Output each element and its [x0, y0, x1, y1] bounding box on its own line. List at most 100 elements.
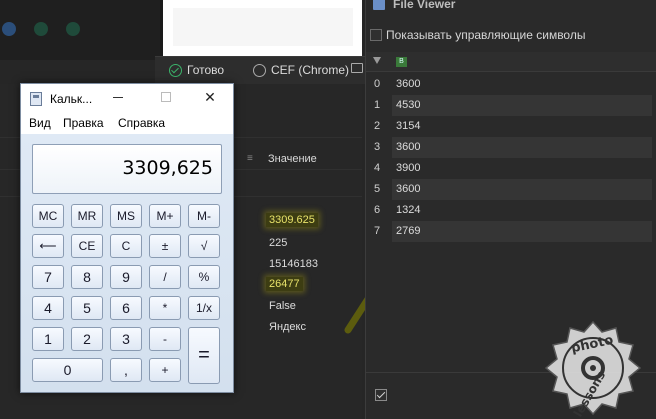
clear-button[interactable]: C [110, 234, 142, 258]
plus-minus-button[interactable]: ± [149, 234, 181, 258]
row-value: 3600 [392, 137, 652, 158]
monitor-icon [351, 63, 363, 73]
photo-lessons-watermark: photo lessons [544, 320, 642, 418]
plus-button[interactable]: + [149, 358, 181, 382]
row-index: 0 [374, 78, 381, 90]
list-item[interactable]: 2 3154 [366, 116, 656, 137]
table-cell-value[interactable]: Яндекс [266, 320, 309, 334]
show-control-chars-option[interactable]: Показывать управляющие символы [366, 24, 656, 46]
status-ready-label: Готово [187, 63, 225, 77]
menu-help[interactable]: Справка [118, 116, 165, 130]
minus-button[interactable]: - [149, 327, 181, 351]
table-cell-value[interactable]: 26477 [266, 277, 303, 291]
menu-view[interactable]: Вид [29, 116, 51, 130]
table-cell-value[interactable]: 225 [266, 236, 290, 250]
calculator-window: Кальк... ✕ Вид Правка Справка 3309,625 M… [20, 83, 234, 393]
list-item[interactable]: 4 3900 [366, 158, 656, 179]
text-column-icon: B [396, 57, 407, 67]
show-control-chars-label: Показывать управляющие символы [386, 28, 586, 42]
status-ready: Готово [169, 63, 224, 77]
list-item[interactable]: 7 2769 [366, 221, 656, 242]
reciprocal-button[interactable]: 1/x [188, 296, 220, 320]
maximize-icon [161, 92, 171, 102]
row-value: 3154 [396, 120, 421, 132]
digit-3-button[interactable]: 3 [110, 327, 142, 351]
status-engine-label: CEF (Chrome) [271, 63, 350, 77]
calculator-body: 3309,625 MC MR MS M+ M- ⟵ CE C ± √ 7 8 9… [21, 134, 233, 392]
show-control-chars-checkbox[interactable] [370, 29, 382, 41]
ide-toolbar [0, 0, 160, 60]
digit-0-button[interactable]: 0 [32, 358, 103, 382]
multiply-button[interactable]: * [149, 296, 181, 320]
row-index: 2 [374, 120, 381, 132]
chrome-icon [253, 63, 266, 77]
square-root-button[interactable]: √ [188, 234, 220, 258]
row-index: 1 [374, 99, 381, 111]
desktop: Готово CEF (Chrome) ≡ Значение 3309.625 … [0, 0, 656, 419]
list-item[interactable]: 1 4530 [366, 95, 656, 116]
toolbar-icon[interactable] [2, 22, 16, 36]
browser-panel [160, 0, 362, 56]
decimal-button[interactable]: , [110, 358, 142, 382]
minimize-button[interactable] [107, 87, 129, 107]
browser-content [173, 8, 353, 46]
list-item[interactable]: 0 3600 [366, 74, 656, 95]
calculator-menu-bar: Вид Правка Справка [21, 112, 233, 134]
memory-recall-button[interactable]: MR [71, 204, 103, 228]
status-monitor [351, 63, 363, 73]
value-column-header[interactable]: ≡ Значение [233, 150, 362, 170]
digit-4-button[interactable]: 4 [32, 296, 64, 320]
digit-1-button[interactable]: 1 [32, 327, 64, 351]
display-value: 3309,625 [122, 157, 213, 179]
list-item[interactable]: 3 3600 [366, 137, 656, 158]
row-index: 3 [374, 141, 381, 153]
file-viewer-title: File Viewer [393, 0, 456, 11]
row-index: 7 [374, 225, 381, 237]
row-index: 6 [374, 204, 381, 216]
digit-8-button[interactable]: 8 [71, 265, 103, 289]
maximize-button[interactable] [155, 87, 177, 107]
toolbar-icon[interactable] [66, 22, 80, 36]
calculator-title-bar[interactable]: Кальк... ✕ [21, 84, 233, 112]
digit-2-button[interactable]: 2 [71, 327, 103, 351]
list-item[interactable]: 5 3600 [366, 179, 656, 200]
digit-9-button[interactable]: 9 [110, 265, 142, 289]
clear-entry-button[interactable]: CE [71, 234, 103, 258]
footer-checkbox[interactable] [375, 389, 387, 401]
digit-5-button[interactable]: 5 [71, 296, 103, 320]
table-cell-value[interactable]: 15146183 [266, 257, 321, 271]
filter-icon[interactable] [373, 57, 381, 64]
row-value: 3600 [392, 179, 652, 200]
close-button[interactable]: ✕ [199, 87, 221, 107]
divide-button[interactable]: / [149, 265, 181, 289]
backspace-button[interactable]: ⟵ [32, 234, 64, 258]
status-engine: CEF (Chrome) [253, 63, 349, 77]
memory-add-button[interactable]: M+ [149, 204, 181, 228]
menu-edit[interactable]: Правка [63, 116, 104, 130]
sort-icon: ≡ [247, 153, 253, 164]
column-label: Значение [268, 153, 317, 165]
file-viewer-column-header: B [366, 52, 656, 72]
digit-7-button[interactable]: 7 [32, 265, 64, 289]
file-viewer-title-bar: File Viewer [366, 0, 656, 14]
status-bar: Готово CEF (Chrome) [155, 56, 365, 84]
check-circle-icon [169, 63, 182, 77]
calculator-title: Кальк... [50, 92, 93, 106]
digit-6-button[interactable]: 6 [110, 296, 142, 320]
row-value: 1324 [396, 204, 421, 216]
calculator-app-icon [30, 92, 42, 106]
equals-button[interactable]: = [188, 327, 220, 384]
toolbar-icon[interactable] [34, 22, 48, 36]
calculator-display: 3309,625 [32, 144, 222, 194]
row-index: 5 [374, 183, 381, 195]
table-cell-value[interactable]: False [266, 299, 299, 313]
list-item[interactable]: 6 1324 [366, 200, 656, 221]
file-viewer-icon [373, 0, 385, 10]
percent-button[interactable]: % [188, 265, 220, 289]
table-cell-value[interactable]: 3309.625 [266, 213, 318, 227]
memory-store-button[interactable]: MS [110, 204, 142, 228]
row-value: 4530 [392, 95, 652, 116]
row-value: 3900 [396, 162, 421, 174]
memory-subtract-button[interactable]: M- [188, 204, 220, 228]
memory-clear-button[interactable]: MC [32, 204, 64, 228]
